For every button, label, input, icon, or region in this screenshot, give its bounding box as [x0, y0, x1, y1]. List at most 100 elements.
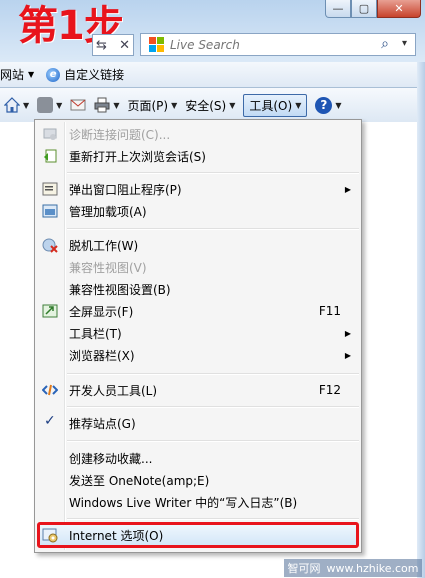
tools-menu-label: 工具(O)	[249, 98, 293, 113]
print-button[interactable]: ▼	[94, 97, 119, 113]
mail-icon	[70, 99, 86, 111]
search-input[interactable]	[170, 37, 360, 52]
page-menu-label: 页面(P)	[127, 98, 169, 113]
menu-item-explorer-bars[interactable]: 浏览器栏(X) ▶	[37, 344, 359, 366]
menu-separator	[67, 518, 359, 519]
addons-icon	[42, 204, 58, 218]
chevron-down-icon: ▼	[171, 100, 178, 110]
menu-item-label: 创建移动收藏...	[69, 451, 153, 466]
rss-feed-icon	[37, 97, 54, 113]
chevron-down-icon: ▼	[28, 70, 35, 79]
favorites-item-label: 网站	[0, 68, 25, 82]
menu-item-label: 浏览器栏(X)	[69, 348, 135, 363]
menu-item-suggested-sites[interactable]: ✓ 推荐站点(G)	[37, 412, 359, 434]
menu-item-internet-options[interactable]: Internet 选项(O)	[37, 524, 359, 546]
menu-separator	[67, 172, 359, 173]
menu-item-toolbars[interactable]: 工具栏(T) ▶	[37, 322, 359, 344]
offline-icon	[42, 238, 58, 253]
submenu-arrow-icon: ▶	[344, 184, 351, 194]
chevron-down-icon[interactable]: ▼	[113, 101, 119, 110]
title-bar: — ▢ ✕ 第1步 ⇆ ✕ ⌕ ▾	[0, 0, 425, 62]
address-bar-controls: ⇆ ✕	[92, 34, 134, 56]
favorites-item-custom-links[interactable]: e 自定义链接	[46, 66, 124, 83]
search-box: ⌕ ▾	[140, 33, 416, 56]
menu-item-label: 管理加载项(A)	[69, 204, 147, 219]
windows-live-logo-icon	[149, 36, 165, 53]
minimize-button[interactable]: —	[325, 0, 351, 18]
chevron-down-icon[interactable]: ▼	[56, 101, 62, 110]
fullscreen-icon	[42, 304, 58, 318]
feeds-button[interactable]: ▼	[37, 97, 62, 113]
stop-icon[interactable]: ✕	[119, 38, 130, 53]
menu-item-popup-blocker[interactable]: 弹出窗口阻止程序(P) ▶	[37, 178, 359, 200]
search-icon[interactable]: ⌕	[381, 36, 389, 52]
menu-item-label: 脱机工作(W)	[69, 238, 139, 253]
menu-item-label: Windows Live Writer 中的“写入日志”(B)	[69, 495, 298, 510]
menu-item-label: 弹出窗口阻止程序(P)	[69, 182, 182, 197]
favorites-item-label: 自定义链接	[64, 68, 125, 82]
read-mail-button[interactable]	[70, 98, 86, 112]
favorites-bar: 网站 ▼ e 自定义链接	[0, 62, 425, 88]
home-icon	[4, 97, 20, 113]
chevron-down-icon[interactable]: ▼	[23, 101, 29, 110]
menu-item-fullscreen[interactable]: 全屏显示(F) F11	[37, 300, 359, 322]
favorites-item-websites[interactable]: 网站 ▼	[0, 66, 34, 83]
menu-item-label: Internet 选项(O)	[69, 528, 164, 543]
menu-item-compatibility-view[interactable]: 兼容性视图(V)	[37, 256, 359, 278]
menu-item-work-offline[interactable]: 脱机工作(W)	[37, 234, 359, 256]
tools-menu: 诊断连接问题(C)... 重新打开上次浏览会话(S) 弹出窗口阻止程序(P) ▶…	[34, 119, 362, 553]
menu-item-label: 工具栏(T)	[69, 326, 122, 341]
menu-item-label: 推荐站点(G)	[69, 416, 136, 431]
menu-item-diagnose-connection[interactable]: 诊断连接问题(C)...	[37, 123, 359, 145]
menu-separator	[67, 228, 359, 229]
checkmark-icon: ✓	[44, 413, 56, 429]
menu-item-label: 兼容性视图设置(B)	[69, 282, 171, 297]
menu-item-developer-tools[interactable]: 开发人员工具(L) F12	[37, 379, 359, 401]
menu-item-label: 全屏显示(F)	[69, 304, 134, 319]
menu-item-manage-addons[interactable]: 管理加载项(A)	[37, 200, 359, 222]
printer-icon	[94, 97, 110, 113]
menu-item-shortcut: F11	[318, 304, 341, 318]
menu-item-label: 发送至 OneNote(amp;E)	[69, 473, 210, 488]
menu-separator	[67, 440, 359, 441]
menu-item-label: 重新打开上次浏览会话(S)	[69, 149, 206, 164]
watermark: 智可网 www.hzhike.com	[284, 559, 422, 577]
command-bar: ▼ ▼ ▼ 页面(P) ▼ 安全(S) ▼ 工具(O) ▼ ? ▼	[0, 88, 425, 122]
help-icon: ?	[315, 96, 333, 114]
chevron-down-icon: ▼	[335, 100, 342, 110]
chevron-down-icon: ▼	[295, 100, 302, 110]
safety-menu-button[interactable]: 安全(S) ▼	[185, 97, 235, 114]
popup-blocker-icon	[42, 182, 58, 196]
help-button[interactable]: ? ▼	[315, 96, 342, 114]
menu-item-label: 诊断连接问题(C)...	[69, 127, 171, 142]
internet-options-icon	[42, 528, 58, 543]
diagnose-icon	[43, 128, 57, 140]
ie-page-icon: e	[46, 67, 61, 82]
tools-menu-button[interactable]: 工具(O) ▼	[243, 93, 308, 117]
window-controls: — ▢ ✕	[325, 0, 421, 20]
restore-button[interactable]: ▢	[351, 0, 377, 18]
search-options-dropdown[interactable]: ▾	[402, 38, 407, 49]
menu-separator	[67, 406, 359, 407]
chevron-down-icon: ▼	[229, 100, 236, 110]
submenu-arrow-icon: ▶	[344, 350, 351, 360]
window-right-edge	[417, 62, 425, 578]
menu-item-shortcut: F12	[318, 383, 341, 397]
menu-item-send-to-onenote[interactable]: 发送至 OneNote(amp;E)	[37, 469, 359, 491]
developer-tools-icon	[42, 384, 58, 396]
safety-menu-label: 安全(S)	[185, 98, 227, 113]
refresh-icon[interactable]: ⇆	[96, 38, 107, 53]
menu-item-label: 兼容性视图(V)	[69, 260, 147, 275]
menu-item-create-mobile-favorite[interactable]: 创建移动收藏...	[37, 447, 359, 469]
menu-item-compatibility-view-settings[interactable]: 兼容性视图设置(B)	[37, 278, 359, 300]
submenu-arrow-icon: ▶	[344, 328, 351, 338]
menu-item-label: 开发人员工具(L)	[69, 383, 158, 398]
home-button[interactable]: ▼	[4, 97, 29, 113]
watermark-site-name: 智可网	[287, 562, 321, 575]
page-menu-button[interactable]: 页面(P) ▼	[127, 97, 177, 114]
menu-item-windows-live-writer[interactable]: Windows Live Writer 中的“写入日志”(B)	[37, 491, 359, 513]
watermark-url: www.hzhike.com	[326, 561, 419, 575]
menu-item-reopen-session[interactable]: 重新打开上次浏览会话(S)	[37, 145, 359, 167]
reopen-session-icon	[44, 149, 57, 163]
close-button[interactable]: ✕	[377, 0, 421, 18]
